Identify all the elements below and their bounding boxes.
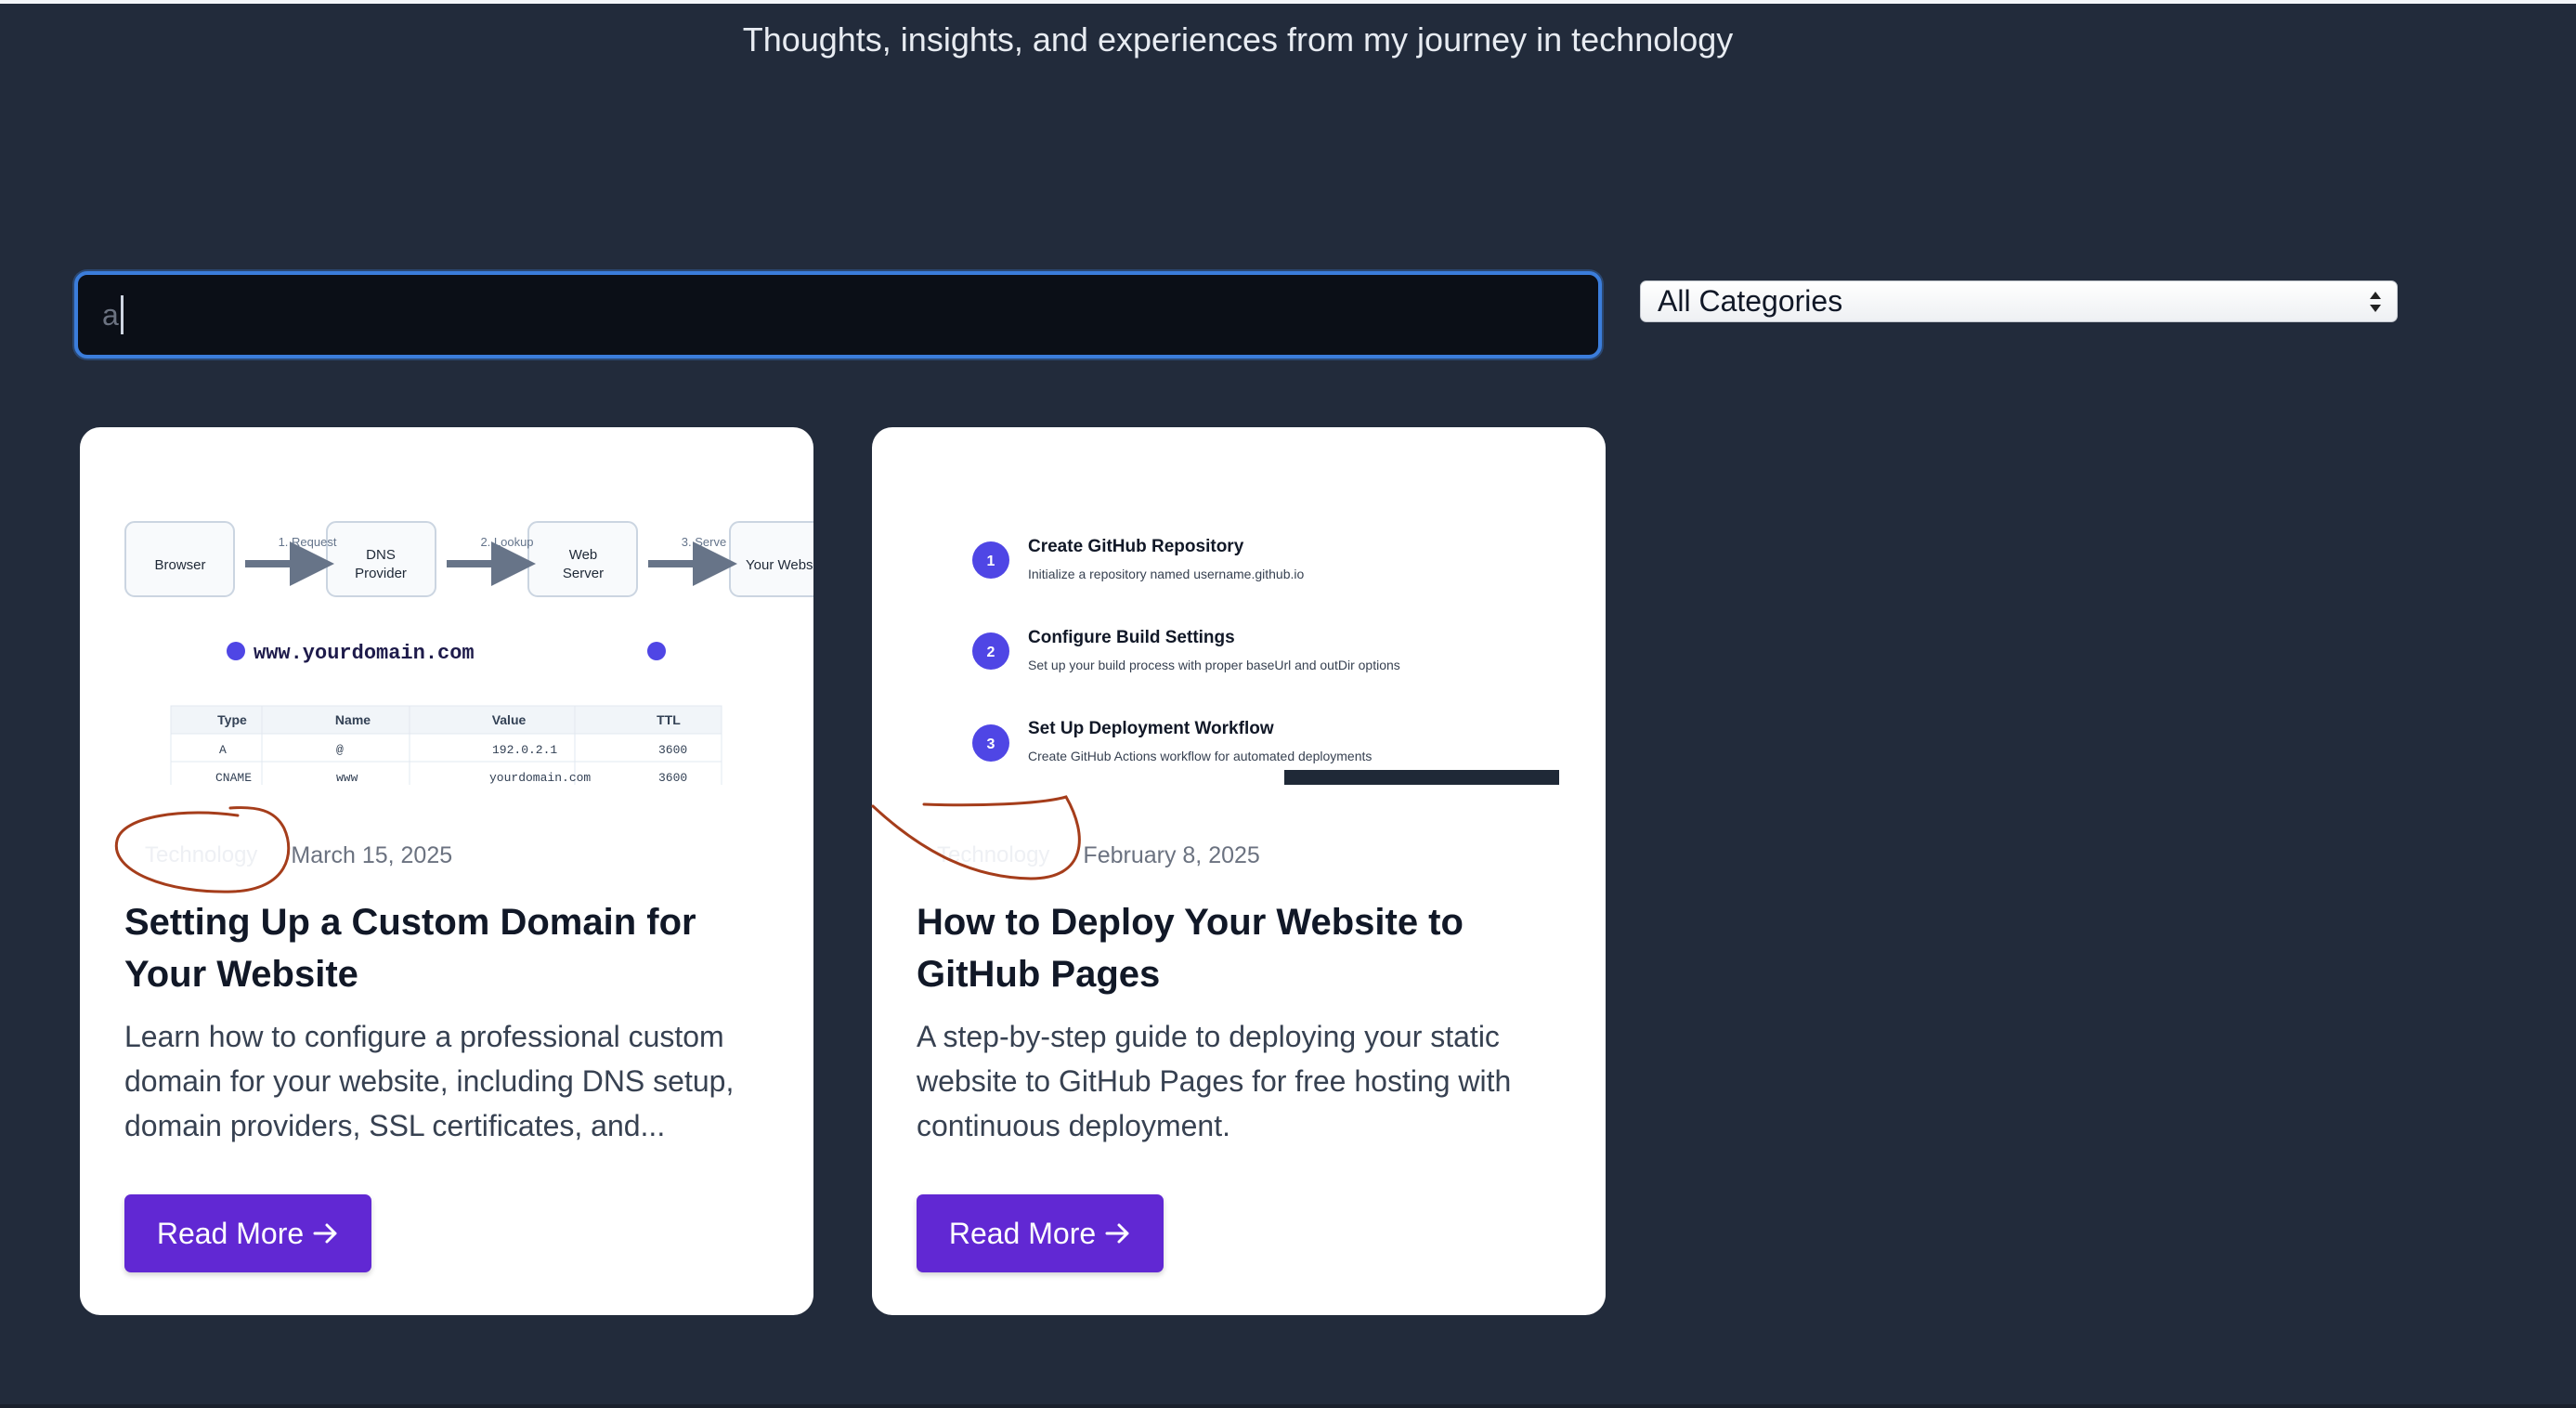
step-label: 3. Serve bbox=[682, 535, 726, 549]
table-cell: CNAME bbox=[215, 771, 252, 785]
table-cell: A bbox=[219, 743, 227, 757]
post-excerpt: Learn how to configure a professional cu… bbox=[124, 1020, 735, 1142]
bottom-strip bbox=[0, 1404, 2576, 1408]
table-header: Value bbox=[492, 712, 527, 727]
page-subtitle: Thoughts, insights, and experiences from… bbox=[742, 20, 1734, 59]
step-number: 2 bbox=[987, 645, 995, 660]
node-label: Web bbox=[569, 547, 598, 563]
step-description: Create GitHub Actions workflow for autom… bbox=[1028, 749, 1372, 763]
top-strip bbox=[0, 0, 2576, 4]
post-date: February 8, 2025 bbox=[1083, 841, 1260, 868]
table-cell: www bbox=[336, 771, 358, 785]
post-card[interactable]: 1 2 3 Create GitHub Repository Initializ… bbox=[872, 427, 1606, 1315]
table-cell: 3600 bbox=[658, 771, 687, 785]
search-box[interactable] bbox=[74, 271, 1602, 359]
node-label: DNS bbox=[366, 547, 396, 563]
step-label: 1. Request bbox=[279, 535, 337, 549]
table-cell: 192.0.2.1 bbox=[492, 743, 557, 757]
table-header: TTL bbox=[657, 712, 681, 727]
table-cell: 3600 bbox=[658, 743, 687, 757]
domain-label: www.yourdomain.com bbox=[254, 642, 475, 665]
step-number: 1 bbox=[987, 554, 995, 569]
node-label: Your Website bbox=[746, 557, 813, 573]
post-meta: Technology February 8, 2025 bbox=[917, 832, 1260, 879]
arrow-right-icon bbox=[1105, 1223, 1129, 1244]
post-thumbnail-dns: Browser DNS Provider Web Server Your Web… bbox=[124, 521, 813, 785]
category-badge[interactable]: Technology bbox=[124, 835, 278, 876]
post-title[interactable]: How to Deploy Your Website to GitHub Pag… bbox=[917, 896, 1567, 1000]
step-number: 3 bbox=[987, 737, 995, 752]
post-meta: Technology March 15, 2025 bbox=[124, 832, 452, 879]
text-caret bbox=[121, 295, 124, 334]
category-badge[interactable]: Technology bbox=[917, 835, 1070, 876]
step-title: Configure Build Settings bbox=[1028, 628, 1235, 647]
step-description: Set up your build process with proper ba… bbox=[1028, 658, 1400, 672]
node-label: Browser bbox=[154, 557, 205, 573]
node-label: Provider bbox=[355, 566, 407, 581]
table-header: Name bbox=[335, 712, 371, 727]
dot-icon bbox=[227, 642, 245, 660]
search-input[interactable] bbox=[78, 275, 1598, 355]
table-cell: @ bbox=[336, 743, 344, 757]
table-cell: yourdomain.com bbox=[489, 771, 591, 785]
code-block bbox=[1284, 770, 1559, 785]
post-excerpt: A step-by-step guide to deploying your s… bbox=[917, 1020, 1512, 1142]
read-more-button[interactable]: Read More bbox=[917, 1194, 1164, 1272]
arrow-right-icon bbox=[313, 1223, 337, 1244]
step-description: Initialize a repository named username.g… bbox=[1028, 567, 1304, 581]
category-select[interactable]: All Categories bbox=[1640, 280, 2398, 322]
read-more-label: Read More bbox=[948, 1216, 1097, 1250]
category-select-value: All Categories bbox=[1658, 284, 1843, 318]
node-label: Server bbox=[563, 566, 604, 581]
dot-icon bbox=[647, 642, 666, 660]
table-header: Type bbox=[217, 712, 247, 727]
select-arrows-icon bbox=[2370, 292, 2381, 312]
step-title: Create GitHub Repository bbox=[1028, 537, 1244, 556]
step-label: 2. Lookup bbox=[480, 535, 533, 549]
step-title: Set Up Deployment Workflow bbox=[1028, 719, 1274, 738]
post-card[interactable]: Browser DNS Provider Web Server Your Web… bbox=[80, 427, 813, 1315]
post-title[interactable]: Setting Up a Custom Domain for Your Webs… bbox=[124, 896, 774, 1000]
read-more-button[interactable]: Read More bbox=[124, 1194, 371, 1272]
post-thumbnail-github-steps: 1 2 3 Create GitHub Repository Initializ… bbox=[972, 537, 1559, 785]
post-date: March 15, 2025 bbox=[291, 841, 453, 868]
read-more-label: Read More bbox=[156, 1216, 305, 1250]
